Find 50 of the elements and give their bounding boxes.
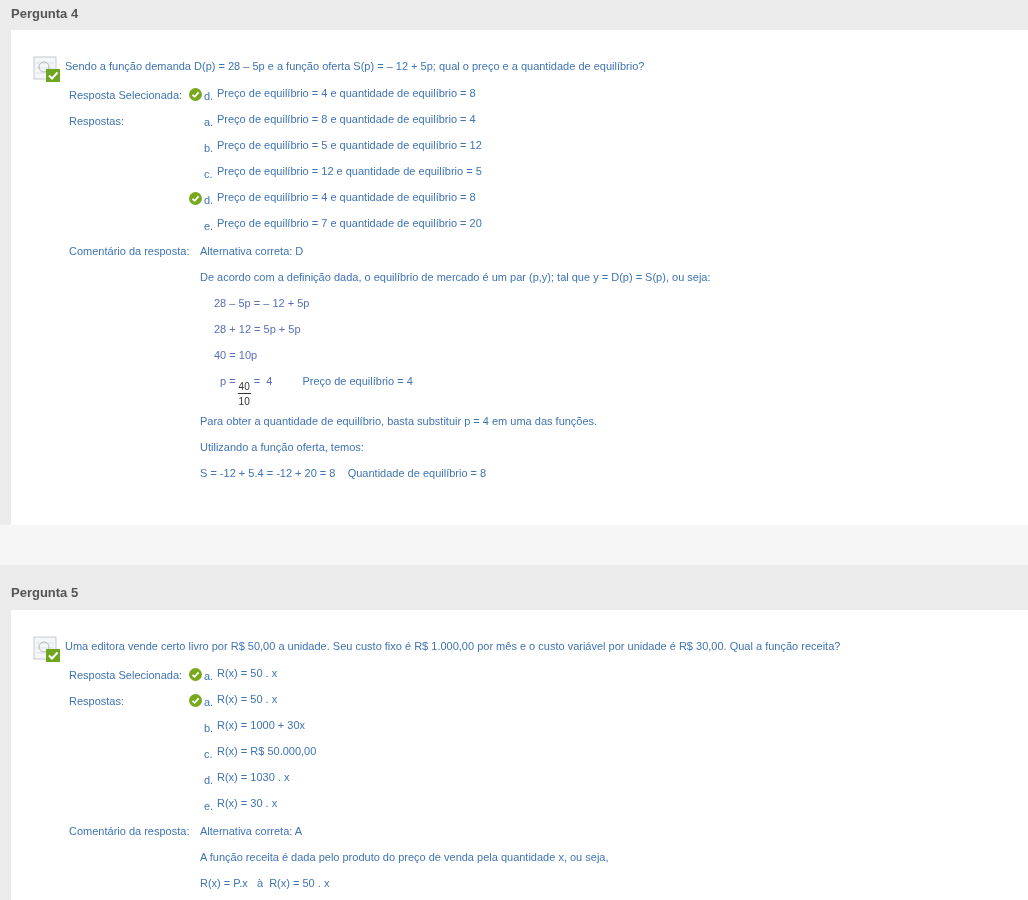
comment-text: Alternativa correta: A bbox=[200, 825, 303, 837]
answer-letter: c. bbox=[204, 747, 214, 762]
answer-text: R(x) = 1030 . x bbox=[217, 770, 290, 785]
equation-text: 40 = 10p bbox=[214, 349, 258, 361]
field-label: Comentário da resposta: bbox=[69, 824, 191, 839]
answer-letter: a. bbox=[204, 669, 215, 684]
comment-text: S = -12 + 5.4 = -12 + 20 = 8 Quantidade de equilíbrio = 8 bbox=[200, 467, 487, 479]
answer-text: Preço de equilíbrio = 12 e quantidade de equilíbrio = 5 bbox=[217, 164, 482, 179]
comment-text: Para obter a quantidade de equilíbrio, basta substituir p = 4 em uma das funções. bbox=[200, 415, 598, 427]
question-title: Pergunta 5 bbox=[11, 585, 79, 600]
field-label: Respostas: bbox=[69, 114, 126, 129]
fraction-denominator: 10 bbox=[238, 395, 250, 408]
field-label: Respostas: bbox=[69, 694, 126, 709]
answer-letter: a. bbox=[204, 115, 215, 130]
question-text: Sendo a função demanda D(p) = 28 – 5p e a função oferta S(p) = – 12 + 5p; qual o preço e a quantidade de equilíbrio? bbox=[65, 59, 645, 74]
answer-text: Preço de equilíbrio = 4 e quantidade de equilíbrio = 8 bbox=[217, 190, 476, 205]
field-label: Resposta Selecionada: bbox=[69, 88, 184, 103]
answer-letter: a. bbox=[204, 695, 215, 710]
comment-text: De acordo com a definição dada, o equilíbrio de mercado é um par (p,y); tal que y = D(p) = S(p), ou seja: bbox=[200, 271, 711, 283]
answer-text: R(x) = R$ 50.000,00 bbox=[217, 744, 317, 759]
fraction-numerator: 40 bbox=[237, 381, 251, 394]
answer-letter: b. bbox=[204, 141, 215, 156]
field-label: Resposta Selecionada: bbox=[69, 668, 184, 683]
answer-text: Preço de equilíbrio = 5 e quantidade de equilíbrio = 12 bbox=[217, 138, 482, 153]
answer-text: Preço de equilíbrio = 7 e quantidade de equilíbrio = 20 bbox=[217, 216, 482, 231]
answer-text: R(x) = 50 . x bbox=[217, 692, 278, 707]
question-title: Pergunta 4 bbox=[11, 6, 79, 21]
answer-letter: b. bbox=[204, 721, 215, 736]
field-label: Comentário da resposta: bbox=[69, 244, 191, 259]
equation-text: = 4 bbox=[253, 374, 273, 389]
comment-text: Alternativa correta: D bbox=[200, 245, 304, 257]
comment-text: Utilizando a função oferta, temos: bbox=[200, 441, 364, 453]
equation-text: p = bbox=[220, 374, 236, 389]
answer-text: R(x) = 30 . x bbox=[217, 796, 278, 811]
answer-letter: e. bbox=[204, 219, 215, 234]
answer-text: R(x) = 1000 + 30x bbox=[217, 718, 306, 733]
answer-text: Preço de equilíbrio = 4 e quantidade de equilíbrio = 8 bbox=[217, 86, 476, 101]
comment-text: R(x) = P.x à R(x) = 50 . x bbox=[200, 877, 330, 889]
answer-letter: d. bbox=[204, 89, 215, 104]
answer-text: Preço de equilíbrio = 8 e quantidade de equilíbrio = 4 bbox=[217, 112, 476, 127]
equation-text: 28 – 5p = – 12 + 5p bbox=[214, 297, 310, 309]
answer-letter: d. bbox=[204, 773, 215, 788]
answer-letter: e. bbox=[204, 799, 215, 814]
answer-letter: c. bbox=[204, 167, 214, 182]
answer-letter: d. bbox=[204, 193, 215, 208]
answer-text: R(x) = 50 . x bbox=[217, 666, 278, 681]
equation-text: 28 + 12 = 5p + 5p bbox=[214, 323, 301, 335]
comment-text: A função receita é dada pelo produto do preço de venda pela quantidade x, ou seja, bbox=[200, 851, 609, 863]
question-text: Uma editora vende certo livro por R$ 50,00 a unidade. Seu custo fixo é R$ 1.000,00 por mês e o custo variável por unidade é R$ 30,00. Qual a função receita? bbox=[65, 639, 841, 654]
comment-text: Preço de equilíbrio = 4 bbox=[302, 374, 413, 389]
